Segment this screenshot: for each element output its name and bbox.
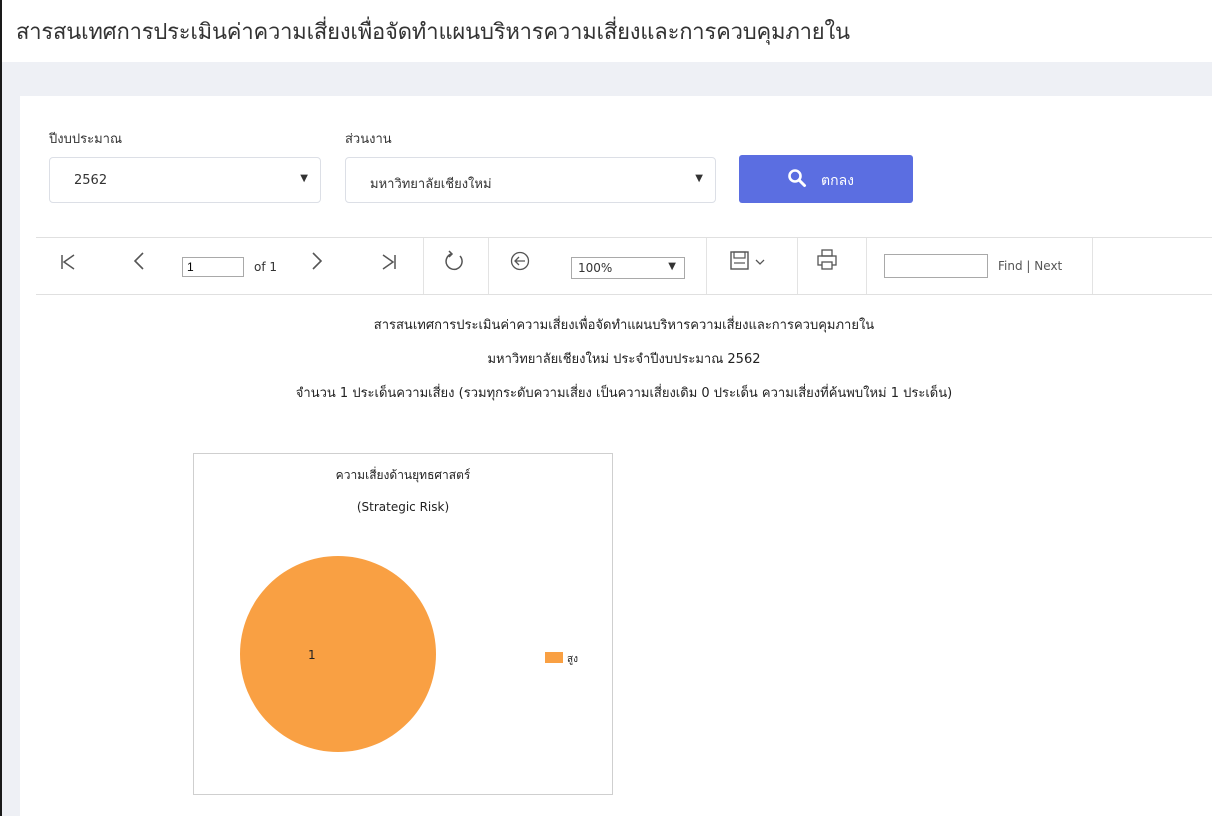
toolbar-separator [423, 238, 424, 294]
toolbar-separator [488, 238, 489, 294]
refresh-icon[interactable] [443, 250, 465, 277]
legend-label: สูง [567, 654, 578, 665]
previous-page-icon[interactable] [132, 251, 146, 276]
pie-data-label: 1 [308, 648, 316, 662]
toolbar-separator [866, 238, 867, 294]
zoom-select[interactable]: 100% ▼ [571, 257, 685, 279]
page-header: สารสนเทศการประเมินค่าความเสี่ยงเพื่อจัดท… [2, 0, 1212, 62]
year-select-value: 2562 [74, 173, 108, 188]
find-links: Find | Next [998, 259, 1062, 273]
last-page-icon[interactable] [381, 252, 397, 276]
legend-swatch [545, 652, 563, 663]
find-link[interactable]: Find [998, 259, 1023, 273]
chevron-down-icon: ▼ [668, 261, 676, 272]
chevron-down-icon: ▼ [300, 173, 308, 184]
content-gutter [2, 96, 20, 816]
find-separator: | [1026, 259, 1031, 273]
strategic-risk-chart: ความเสี่ยงด้านยุทธศาสตร์ (Strategic Risk… [193, 453, 613, 795]
pie-chart: 1 สูง [240, 556, 578, 752]
unit-select-value: มหาวิทยาลัยเชียงใหม่ [370, 177, 492, 192]
year-label: ปีงบประมาณ [49, 132, 122, 147]
ok-button[interactable]: ตกลง [739, 155, 913, 203]
first-page-icon[interactable] [60, 252, 76, 276]
save-icon[interactable] [730, 251, 770, 276]
zoom-value: 100% [578, 261, 613, 275]
ok-button-label: ตกลง [821, 173, 854, 189]
year-select[interactable]: 2562 ▼ [49, 157, 321, 203]
report-subtitle: มหาวิทยาลัยเชียงใหม่ ประจำปีงบประมาณ 256… [487, 352, 761, 367]
chevron-down-icon: ▼ [695, 173, 703, 184]
search-icon [787, 168, 807, 192]
pie-slice [240, 556, 436, 752]
report-toolbar: of 1 100% ▼ Find | Next [36, 237, 1212, 295]
toolbar-separator [706, 238, 707, 294]
unit-select[interactable]: มหาวิทยาลัยเชียงใหม่ ▼ [345, 157, 716, 203]
page-count-label: of 1 [254, 260, 278, 274]
report-title: สารสนเทศการประเมินค่าความเสี่ยงเพื่อจัดท… [373, 318, 875, 333]
report-summary: จำนวน 1 ประเด็นความเสี่ยง (รวมทุกระดับคว… [295, 386, 953, 401]
page-title: สารสนเทศการประเมินค่าความเสี่ยงเพื่อจัดท… [16, 20, 850, 45]
header-divider-band [2, 62, 1212, 96]
toolbar-separator [1092, 238, 1093, 294]
toolbar-separator [797, 238, 798, 294]
page-number-input[interactable] [182, 257, 244, 277]
find-input[interactable] [884, 254, 988, 278]
unit-label: ส่วนงาน [345, 132, 392, 147]
back-icon[interactable] [510, 251, 530, 276]
print-icon[interactable] [817, 249, 837, 276]
next-page-icon[interactable] [310, 251, 324, 276]
next-link[interactable]: Next [1034, 259, 1062, 273]
